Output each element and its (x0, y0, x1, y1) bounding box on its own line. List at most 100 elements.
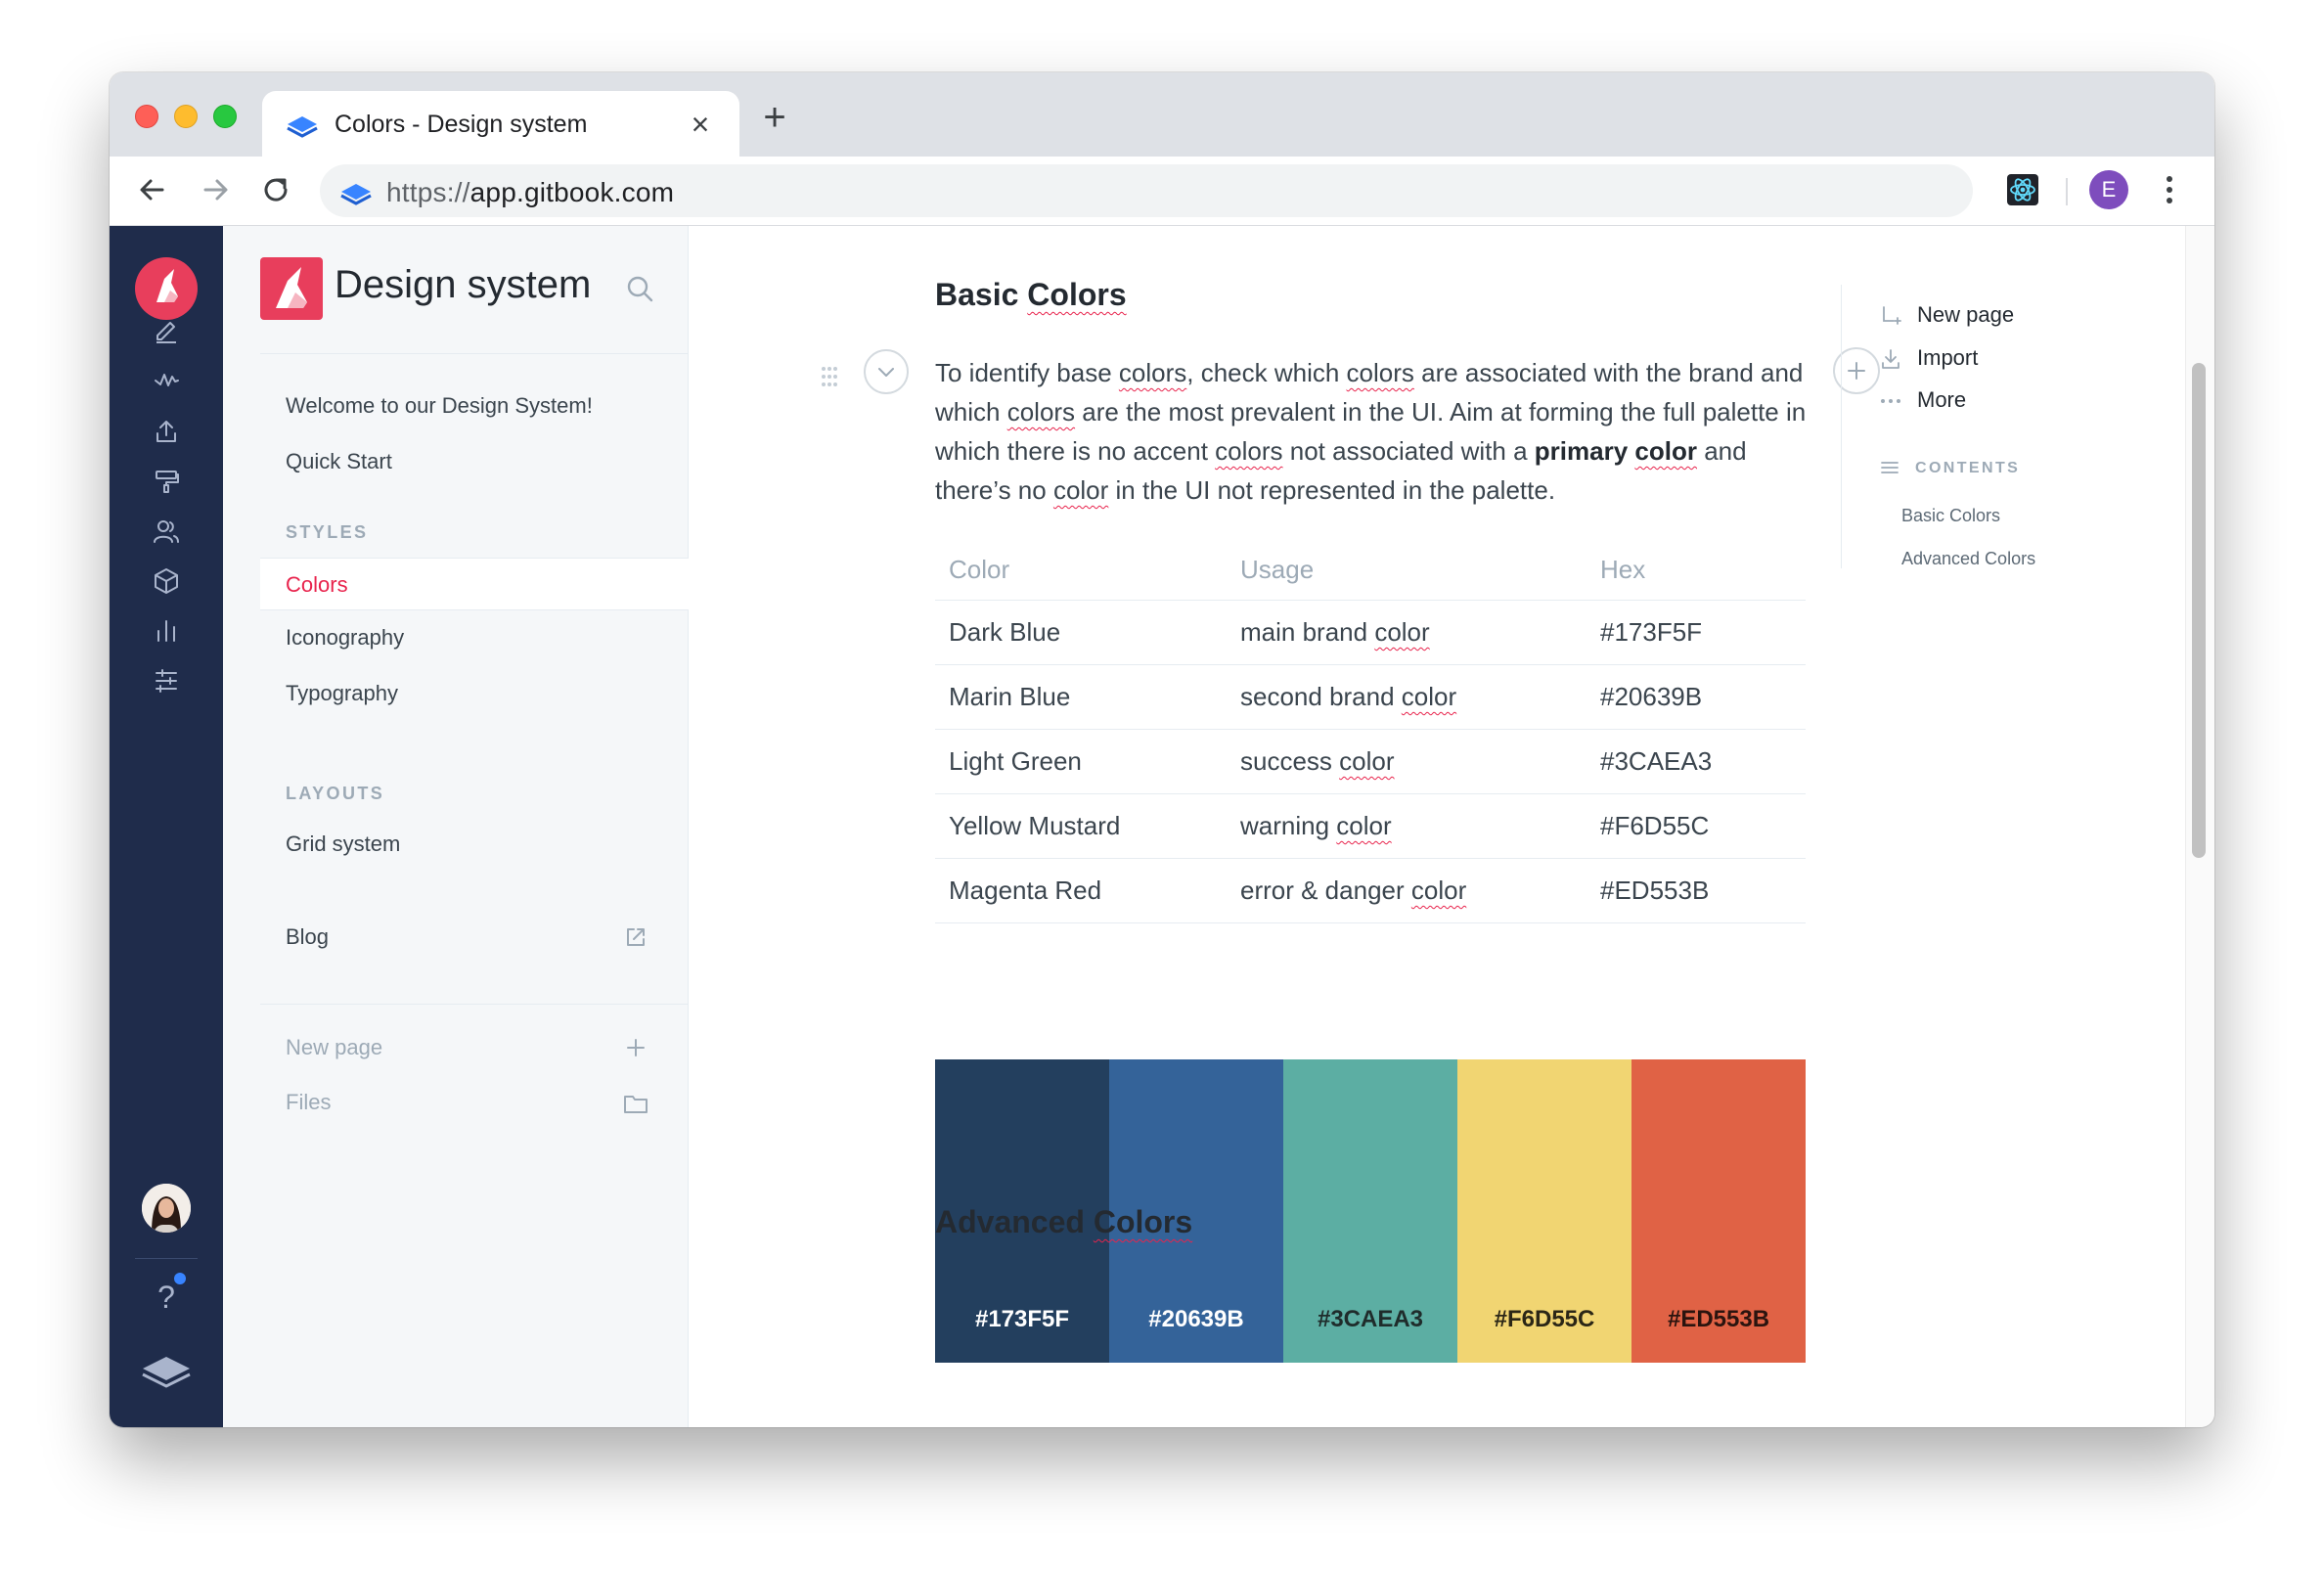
package-icon[interactable] (147, 562, 186, 601)
new-page-label: New page (1917, 302, 2015, 327)
address-bar[interactable]: https://app.gitbook.com (320, 164, 1973, 217)
reload-icon[interactable] (256, 170, 295, 209)
column-header-hex: Hex (1587, 539, 1806, 601)
block-collapse-button[interactable] (864, 349, 909, 394)
forward-arrow-icon[interactable] (196, 170, 235, 209)
browser-menu-icon[interactable] (2150, 170, 2189, 209)
table-row: Dark Blue main brand color #173F5F (935, 600, 1806, 665)
download-icon (1882, 349, 1899, 370)
rail-divider (135, 1258, 198, 1259)
spellcheck-word: colors (1215, 436, 1283, 466)
cell-color-name: Dark Blue (935, 600, 1227, 665)
external-link-icon[interactable] (620, 921, 651, 953)
profile-avatar[interactable]: E (2089, 170, 2128, 209)
spellcheck-word: color (1374, 617, 1430, 647)
url-scheme: https:// (386, 177, 470, 207)
cell-hex: #ED553B (1587, 858, 1806, 923)
unicorn-logo-icon (276, 267, 307, 308)
url-text[interactable]: https://app.gitbook.com (386, 177, 674, 208)
usage-text: success (1240, 746, 1340, 776)
table-row: Magenta Red error & danger color #ED553B (935, 858, 1806, 923)
sidebar-item-iconography[interactable]: Iconography (260, 611, 689, 664)
sidebar-heading-styles: STYLES (286, 522, 369, 542)
new-tab-button[interactable]: + (753, 98, 796, 141)
search-icon[interactable] (622, 271, 657, 306)
more-dots-icon (1881, 399, 1900, 404)
toolbar-divider (2066, 178, 2068, 205)
cell-color-name: Magenta Red (935, 858, 1227, 923)
sidebar-item-grid-system[interactable]: Grid system (260, 818, 689, 871)
react-devtools-extension-icon[interactable] (2003, 170, 2042, 209)
spellcheck-word: color (1052, 475, 1109, 505)
text-run: not associated with a (1282, 436, 1535, 466)
sidebar-item-colors[interactable]: Colors (260, 558, 689, 610)
scrollbar-thumb[interactable] (2192, 363, 2206, 858)
gitbook-app: ? Design system Welcome to our Design Sy… (110, 226, 2214, 1427)
import-action[interactable]: Import (1878, 343, 1978, 373)
contents-heading-label: CONTENTS (1915, 460, 2021, 477)
gitbook-logo-icon[interactable] (139, 1351, 194, 1390)
activity-icon[interactable] (147, 361, 186, 400)
list-icon (1881, 462, 1899, 473)
usage-text: second brand (1240, 682, 1402, 711)
back-arrow-icon[interactable] (133, 170, 172, 209)
sidebar-item-typography[interactable]: Typography (260, 667, 689, 720)
outline-link-basic-colors[interactable]: Basic Colors (1901, 506, 2000, 526)
text-run: in the UI not represented in the palette… (1108, 475, 1556, 505)
sidebar-divider (260, 353, 689, 354)
space-title[interactable]: Design system (335, 263, 591, 307)
text-run: To identify base (935, 358, 1119, 387)
spellcheck-word: color (1410, 876, 1467, 905)
swatch-label: #F6D55C (1494, 1306, 1595, 1332)
drag-handle-icon[interactable] (818, 363, 841, 390)
color-swatch: #ED553B (1631, 1059, 1806, 1363)
new-page-action[interactable]: New page (1878, 300, 2014, 330)
heading-advanced-colors: Advanced Colors (935, 1204, 1192, 1240)
minimize-window-button[interactable] (174, 105, 198, 128)
spellcheck-word: color (1336, 811, 1392, 840)
folder-icon[interactable] (620, 1088, 651, 1119)
spellcheck-word: color (1401, 682, 1457, 711)
plus-icon[interactable] (620, 1032, 651, 1063)
bold-run: primary color (1535, 436, 1697, 466)
sidebar-item-welcome[interactable]: Welcome to our Design System! (260, 380, 689, 432)
settings-sliders-icon[interactable] (147, 661, 186, 700)
cell-color-name: Marin Blue (935, 664, 1227, 730)
edit-icon[interactable] (147, 310, 186, 349)
heading-advanced-colors-text: Advanced Colors (935, 1204, 1193, 1239)
more-label: More (1917, 387, 1967, 412)
import-label: Import (1917, 345, 1979, 370)
table-row: Yellow Mustard warning color #F6D55C (935, 793, 1806, 859)
spellcheck-word: colors (1118, 358, 1187, 387)
members-icon[interactable] (147, 512, 186, 551)
tab-title: Colors - Design system (335, 111, 588, 138)
upload-icon[interactable] (147, 412, 186, 451)
sidebar-item-quick-start[interactable]: Quick Start (260, 435, 689, 488)
cell-hex: #3CAEA3 (1587, 729, 1806, 794)
table-row: Light Green success color #3CAEA3 (935, 729, 1806, 794)
usage-text: main brand (1240, 617, 1375, 647)
color-swatch: #F6D55C (1457, 1059, 1631, 1363)
spellcheck-word: Colors (1093, 1204, 1193, 1239)
notification-dot (174, 1273, 186, 1284)
close-window-button[interactable] (135, 105, 158, 128)
user-avatar[interactable] (142, 1184, 191, 1233)
contents-heading: CONTENTS (1878, 459, 2020, 478)
close-tab-icon[interactable]: × (681, 105, 720, 144)
cell-hex: #20639B (1587, 664, 1806, 730)
more-action[interactable]: More (1878, 385, 1966, 415)
analytics-icon[interactable] (147, 611, 186, 651)
url-host: app.gitbook.com (469, 177, 675, 207)
swatch-label: #3CAEA3 (1317, 1306, 1424, 1332)
swatch-label: #173F5F (974, 1306, 1070, 1332)
cell-usage: second brand color (1227, 664, 1587, 730)
outline-link-advanced-colors[interactable]: Advanced Colors (1901, 549, 2035, 569)
table-header-row: Color Usage Hex (935, 539, 1806, 601)
outline-divider (1841, 285, 1842, 568)
space-logo[interactable] (260, 257, 323, 320)
swatch-label: #20639B (1148, 1306, 1244, 1332)
browser-tab[interactable]: Colors - Design system × (262, 91, 739, 157)
spellcheck-word: colors (1006, 397, 1076, 427)
paint-roller-icon[interactable] (147, 462, 186, 501)
zoom-window-button[interactable] (213, 105, 237, 128)
